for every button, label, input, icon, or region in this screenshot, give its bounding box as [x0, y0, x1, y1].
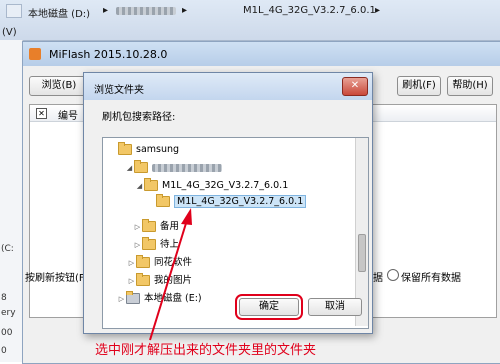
annotation-text: 选中刚才解压出来的文件夹里的文件夹: [95, 343, 317, 358]
annotation-arrow: [149, 208, 192, 341]
